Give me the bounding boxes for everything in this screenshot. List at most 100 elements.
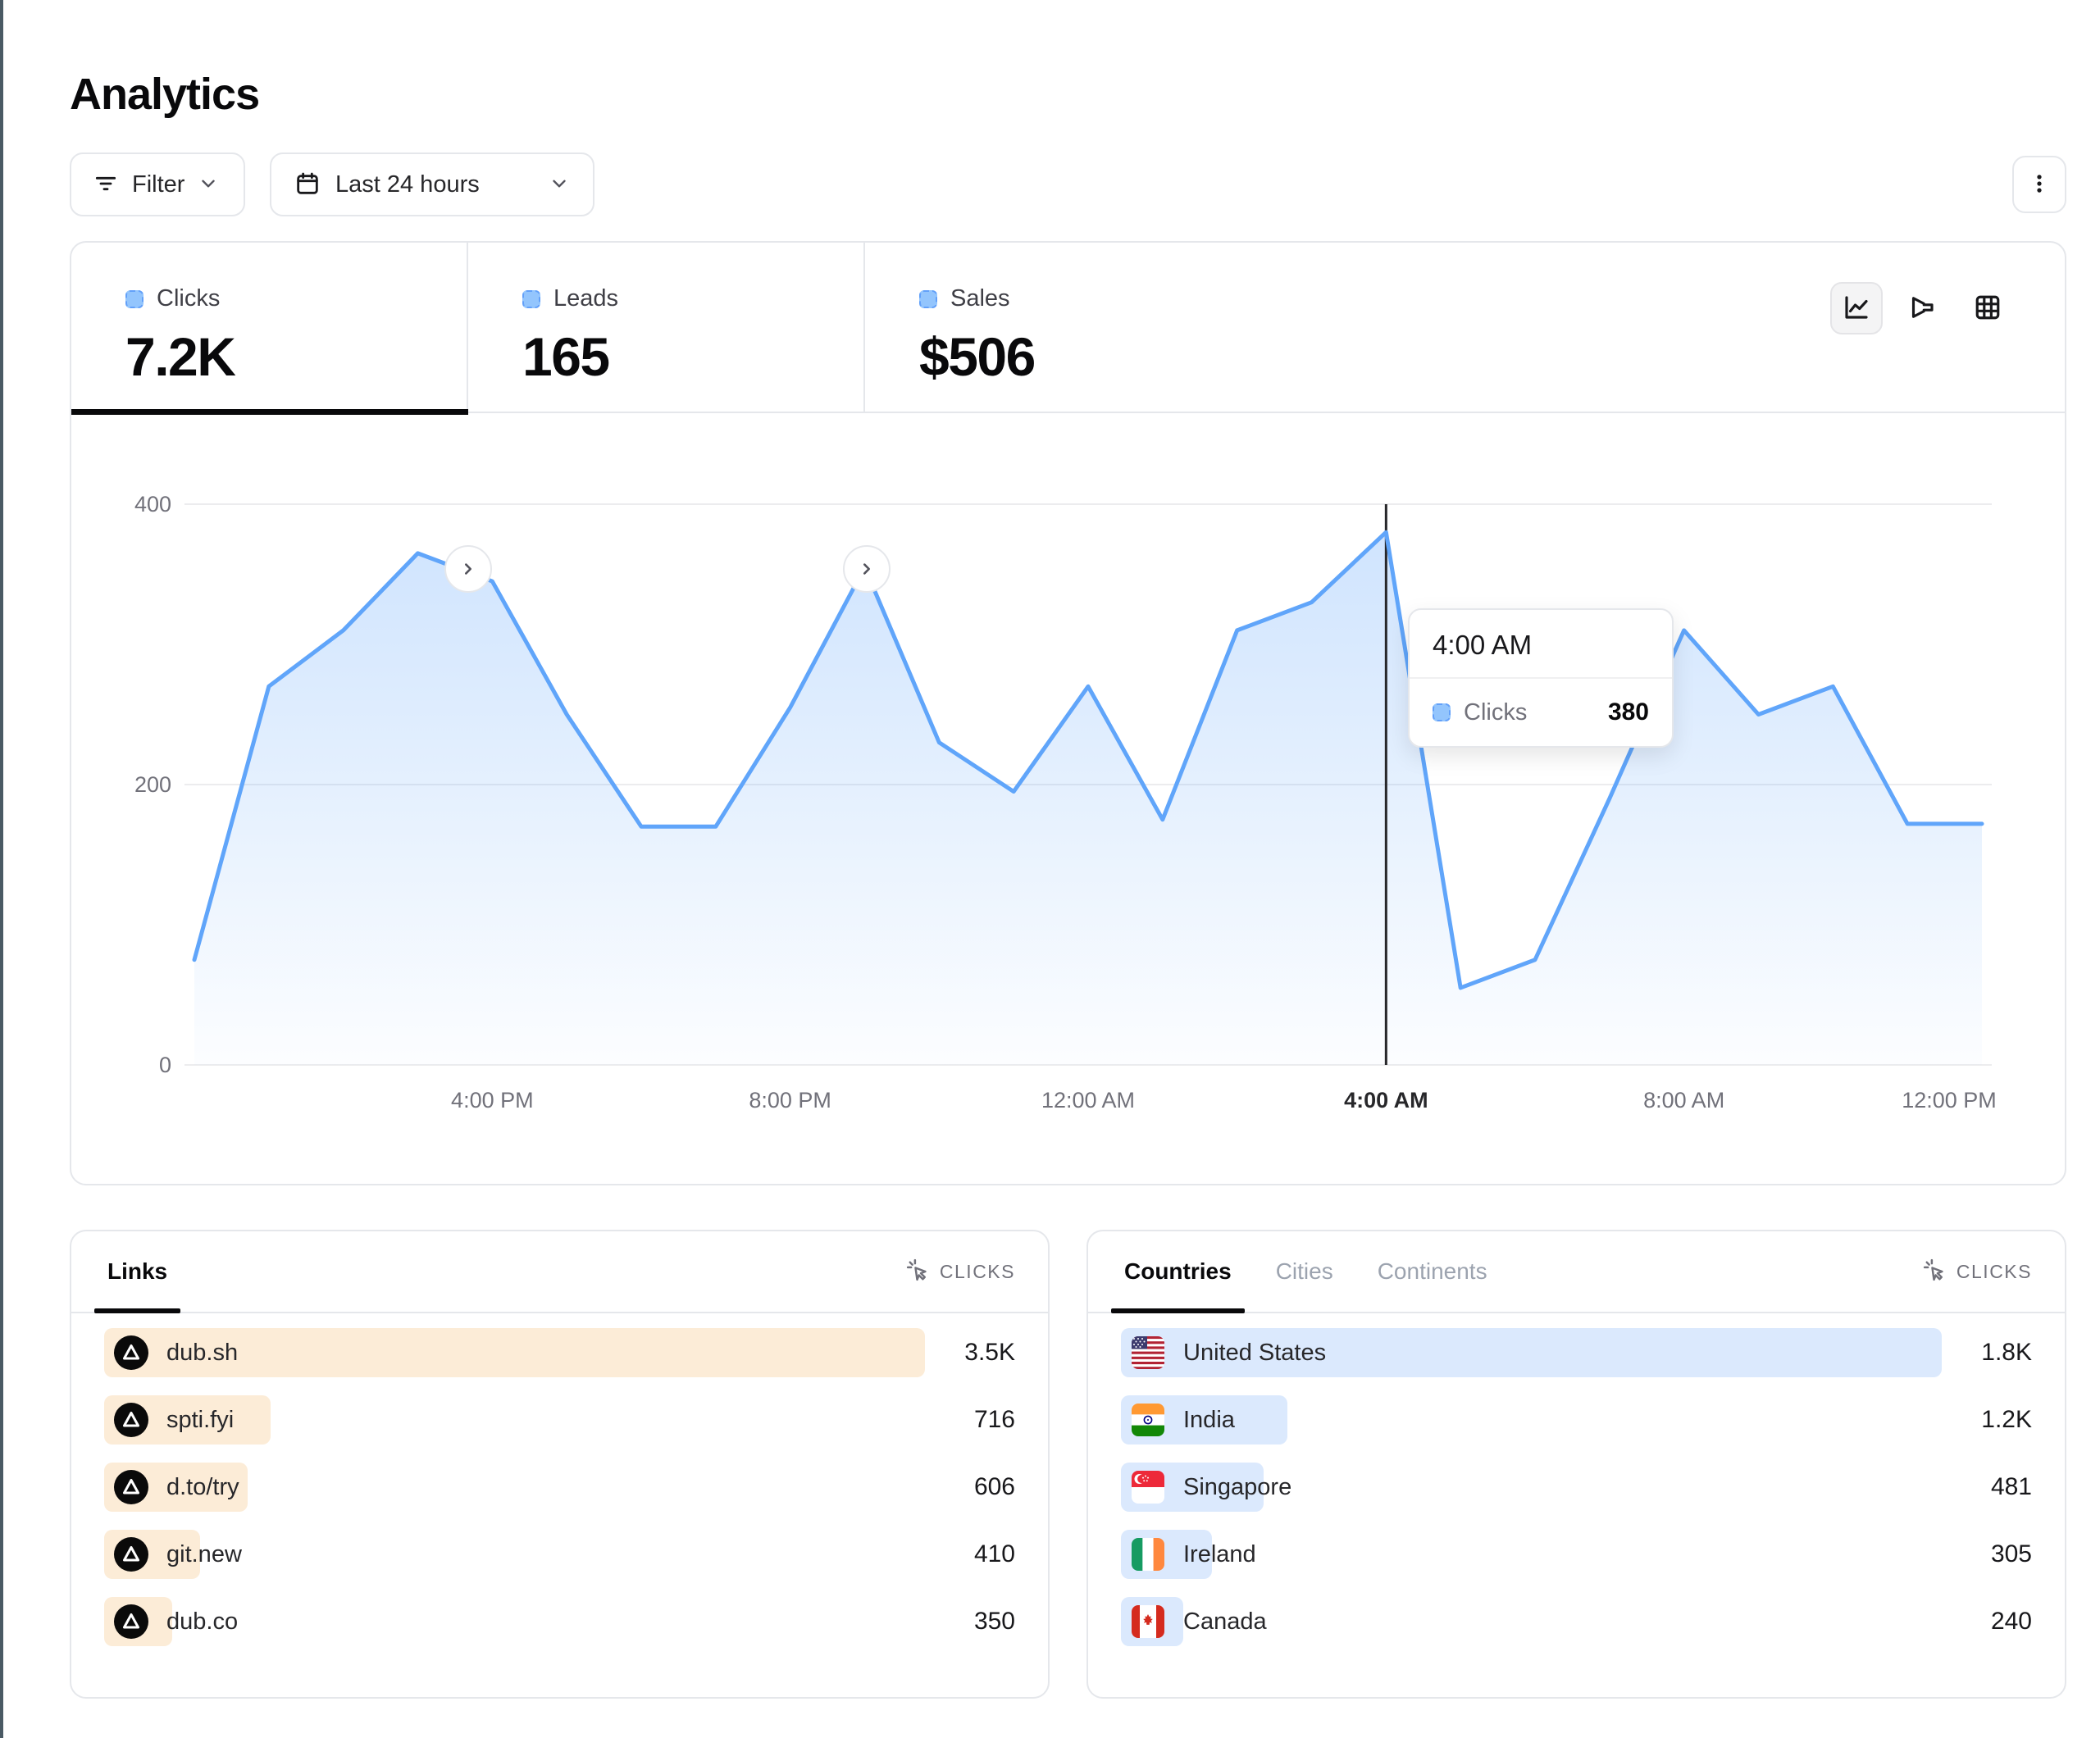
row-Canada[interactable]: Canada 240 bbox=[1121, 1597, 2032, 1646]
tab-sales[interactable]: Sales $506 bbox=[865, 243, 1262, 412]
tooltip-series-label: Clicks bbox=[1464, 699, 1527, 726]
row-dub.co[interactable]: dub.co 350 bbox=[104, 1597, 1015, 1646]
dub-logo-icon bbox=[114, 1403, 148, 1437]
countries-panel-header: Countries Cities Continents CLICKS bbox=[1088, 1231, 2065, 1313]
dub-logo-icon bbox=[114, 1335, 148, 1370]
row-label: United States bbox=[1183, 1340, 1326, 1367]
tab-cities[interactable]: Cities bbox=[1273, 1231, 1337, 1312]
next-metric-button[interactable] bbox=[843, 545, 891, 593]
row-value: 350 bbox=[974, 1608, 1015, 1636]
chart-canvas: 0 200 400 4:00 PM 8:00 PM 12:00 AM 4:00 AM 8:00… bbox=[71, 413, 2065, 1184]
metric-label: Clicks bbox=[157, 285, 220, 312]
chevron-down-icon bbox=[549, 173, 570, 197]
metric-value: 7.2K bbox=[125, 325, 467, 388]
row-value: 305 bbox=[1991, 1540, 2032, 1568]
date-range-button[interactable]: Last 24 hours bbox=[270, 152, 594, 216]
flag-in-icon bbox=[1131, 1403, 1165, 1437]
row-value: 716 bbox=[974, 1406, 1015, 1434]
svg-text:8:00 PM: 8:00 PM bbox=[749, 1088, 831, 1112]
analytics-card: Clicks 7.2K Leads 165 Sale bbox=[70, 241, 2066, 1185]
countries-list: United States1.8K India 1.2K Singapore 481 Ir… bbox=[1088, 1313, 2065, 1646]
links-metric-selector[interactable]: CLICKS bbox=[905, 1231, 1015, 1312]
metric-value: 165 bbox=[522, 325, 863, 388]
flag-us-icon bbox=[1131, 1335, 1165, 1370]
table-view-button[interactable] bbox=[1961, 282, 2014, 334]
svg-text:12:00 AM: 12:00 AM bbox=[1041, 1088, 1135, 1112]
metric-value: $506 bbox=[919, 325, 1262, 388]
more-menu-button[interactable] bbox=[2012, 156, 2066, 213]
date-range-label: Last 24 hours bbox=[335, 171, 480, 198]
row-label: dub.co bbox=[166, 1608, 238, 1636]
countries-metric-selector[interactable]: CLICKS bbox=[1922, 1231, 2032, 1312]
page-title: Analytics bbox=[70, 69, 2066, 120]
svg-text:4:00 AM: 4:00 AM bbox=[1344, 1088, 1428, 1112]
row-label: git.new bbox=[166, 1541, 242, 1568]
svg-text:12:00 PM: 12:00 PM bbox=[1902, 1088, 1997, 1112]
funnel-view-button[interactable] bbox=[1896, 282, 1948, 334]
next-metric-button[interactable] bbox=[444, 545, 492, 593]
tab-links[interactable]: Links bbox=[104, 1231, 171, 1312]
table-grid-icon bbox=[1973, 293, 2002, 325]
flag-sg-icon bbox=[1131, 1470, 1165, 1504]
row-d.to/try[interactable]: d.to/try606 bbox=[104, 1463, 1015, 1512]
filter-button-label: Filter bbox=[132, 171, 184, 198]
toolbar: Filter Last 24 hours bbox=[70, 152, 2066, 216]
row-git.new[interactable]: git.new 410 bbox=[104, 1530, 1015, 1579]
row-India[interactable]: India 1.2K bbox=[1121, 1395, 2032, 1445]
tooltip-time: 4:00 AM bbox=[1410, 610, 1672, 679]
row-dub.sh[interactable]: dub.sh 3.5K bbox=[104, 1328, 1015, 1377]
row-label: Ireland bbox=[1183, 1541, 1256, 1568]
flag-ie-icon bbox=[1131, 1537, 1165, 1572]
filter-button[interactable]: Filter bbox=[70, 152, 245, 216]
metric-tabs: Clicks 7.2K Leads 165 Sale bbox=[71, 243, 2065, 413]
tooltip-legend-square bbox=[1433, 703, 1451, 721]
svg-text:200: 200 bbox=[134, 772, 171, 797]
links-panel: Links CLICKS dub.sh 3.5K spti.fyi 716 d.to/t… bbox=[70, 1230, 1050, 1699]
line-chart-view-button[interactable] bbox=[1830, 282, 1883, 334]
chevron-down-icon bbox=[198, 173, 219, 197]
row-value: 606 bbox=[974, 1473, 1015, 1501]
svg-text:8:00 AM: 8:00 AM bbox=[1643, 1088, 1724, 1112]
cursor-click-icon bbox=[905, 1258, 930, 1286]
row-label: Singapore bbox=[1183, 1474, 1291, 1501]
row-Ireland[interactable]: Ireland 305 bbox=[1121, 1530, 2032, 1579]
row-Singapore[interactable]: Singapore 481 bbox=[1121, 1463, 2032, 1512]
row-value: 3.5K bbox=[964, 1339, 1015, 1367]
dub-logo-icon bbox=[114, 1604, 148, 1639]
row-value: 240 bbox=[1991, 1608, 2032, 1636]
row-value: 410 bbox=[974, 1540, 1015, 1568]
tab-continents[interactable]: Continents bbox=[1374, 1231, 1491, 1312]
window-edge-strip bbox=[0, 0, 3, 1738]
links-panel-header: Links CLICKS bbox=[71, 1231, 1048, 1313]
filter-icon bbox=[93, 171, 119, 199]
chart-tooltip: 4:00 AM Clicks 380 bbox=[1408, 608, 1674, 748]
countries-panel: Countries Cities Continents CLICKS bbox=[1086, 1230, 2066, 1699]
row-label: dub.sh bbox=[166, 1340, 238, 1367]
row-value: 481 bbox=[1991, 1473, 2032, 1501]
metric-column-label: CLICKS bbox=[1957, 1261, 2032, 1283]
calendar-icon bbox=[294, 171, 321, 199]
leads-legend-square bbox=[522, 290, 540, 308]
clicks-legend-square bbox=[125, 290, 143, 308]
analytics-page: Analytics Filter Last bbox=[0, 0, 2100, 1738]
metric-column-label: CLICKS bbox=[940, 1261, 1015, 1283]
row-value: 1.2K bbox=[1981, 1406, 2032, 1434]
svg-text:400: 400 bbox=[134, 492, 171, 516]
flag-ca-icon bbox=[1131, 1604, 1165, 1639]
tab-leads[interactable]: Leads 165 bbox=[468, 243, 865, 412]
cursor-click-icon bbox=[1922, 1258, 1947, 1286]
row-United States[interactable]: United States1.8K bbox=[1121, 1328, 2032, 1377]
dub-logo-icon bbox=[114, 1470, 148, 1504]
row-label: spti.fyi bbox=[166, 1407, 234, 1434]
svg-text:0: 0 bbox=[159, 1053, 171, 1077]
kebab-vertical-icon bbox=[2027, 171, 2052, 198]
svg-text:4:00 PM: 4:00 PM bbox=[451, 1088, 534, 1112]
funnel-icon bbox=[1907, 293, 1937, 325]
metric-label: Leads bbox=[553, 285, 618, 312]
row-label: India bbox=[1183, 1407, 1235, 1434]
clicks-area-chart[interactable]: 0 200 400 4:00 PM 8:00 PM 12:00 AM 4:00 AM 8:00… bbox=[71, 413, 2065, 1184]
row-spti.fyi[interactable]: spti.fyi 716 bbox=[104, 1395, 1015, 1445]
tab-countries[interactable]: Countries bbox=[1121, 1231, 1235, 1312]
row-label: Canada bbox=[1183, 1608, 1267, 1636]
tab-clicks[interactable]: Clicks 7.2K bbox=[71, 243, 468, 412]
